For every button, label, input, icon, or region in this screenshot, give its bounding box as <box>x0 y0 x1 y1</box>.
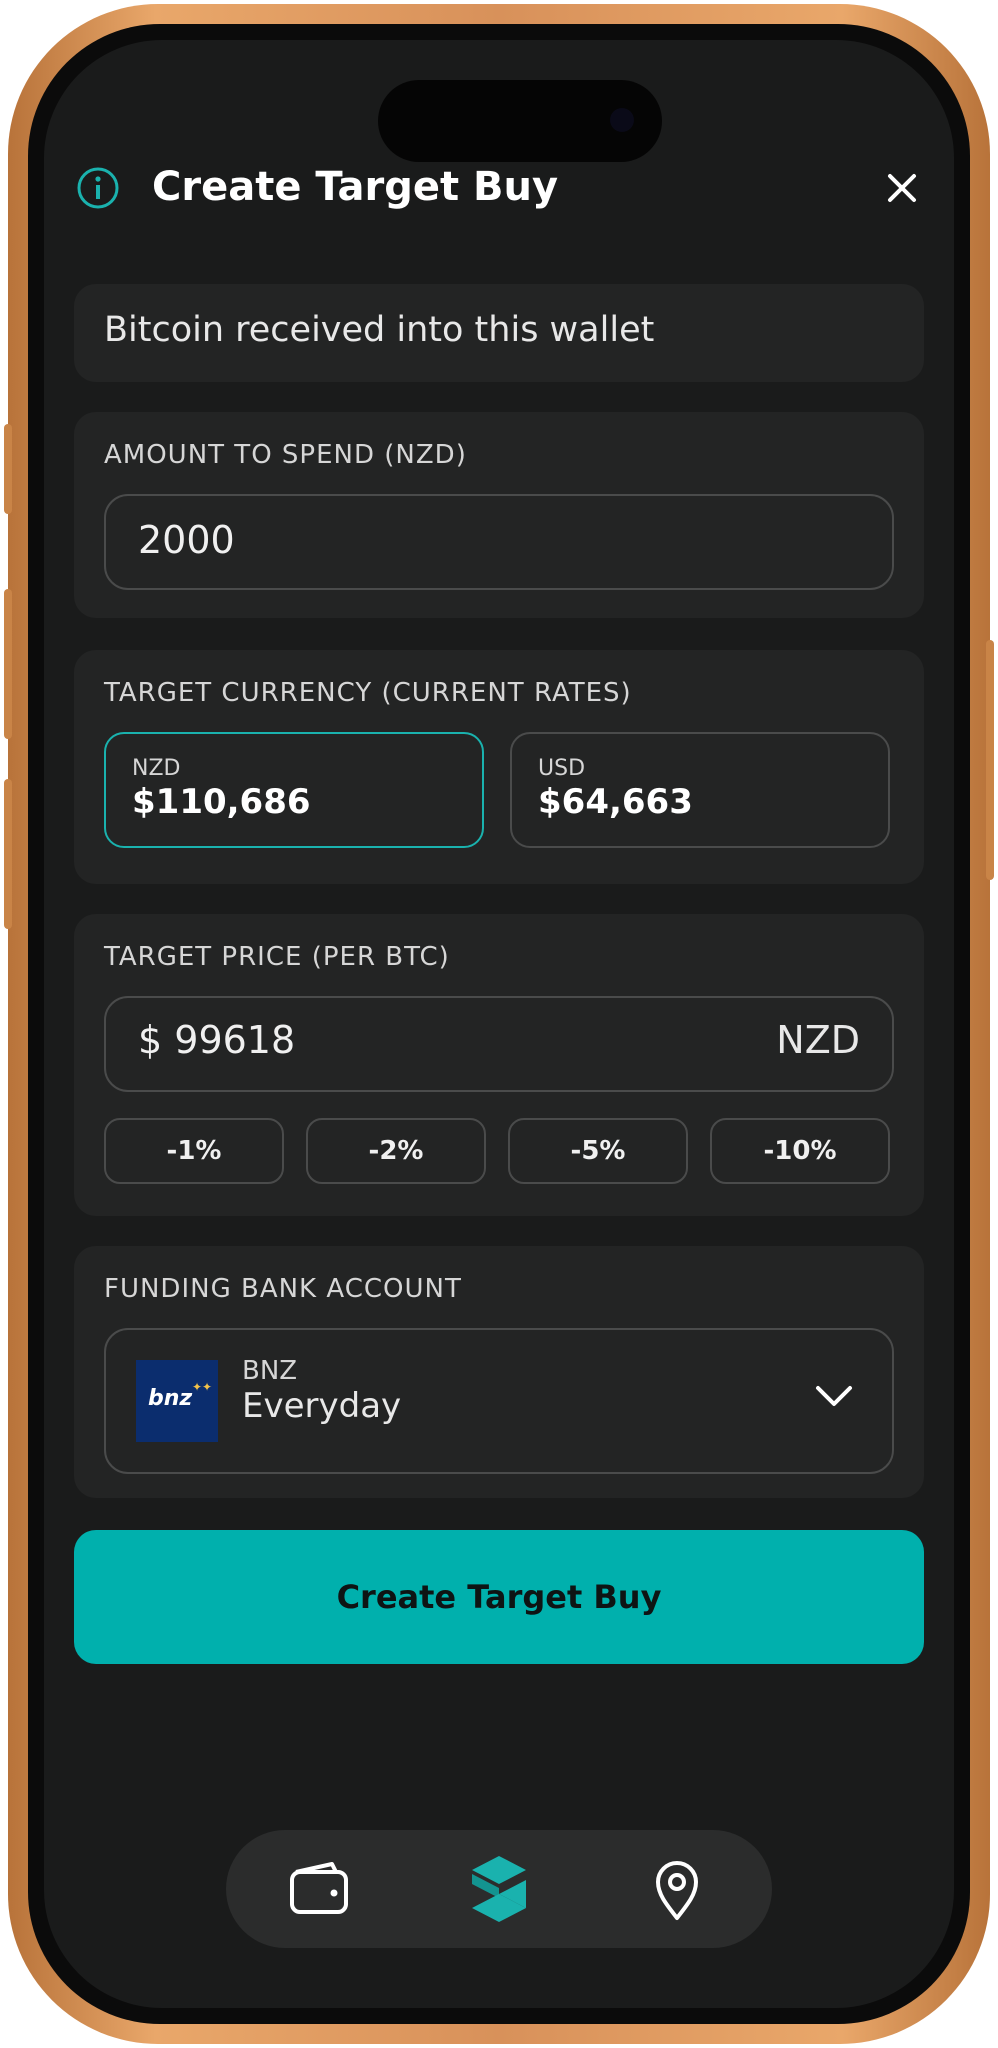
currency-option-usd[interactable]: USD $64,663 <box>510 732 890 848</box>
wallet-text: Bitcoin received into this wallet <box>104 310 655 350</box>
app-screen: Create Target Buy Bitcoin received into … <box>44 40 954 2008</box>
page-title: Create Target Buy <box>152 164 559 210</box>
target-price-input[interactable]: $ 99618 NZD <box>104 996 894 1092</box>
target-price-card: TARGET PRICE (PER BTC) $ 99618 NZD -1% -… <box>74 914 924 1216</box>
currency-symbol: $ <box>138 1018 163 1062</box>
chevron-down-icon <box>816 1386 852 1406</box>
amount-value: 2000 <box>138 518 235 562</box>
volume-down-button <box>4 779 12 929</box>
power-button <box>986 640 994 880</box>
camera <box>610 108 634 132</box>
currency-rate: $64,663 <box>538 782 693 822</box>
dynamic-island <box>378 80 662 162</box>
price-value: 99618 <box>174 1018 296 1062</box>
currency-rate: $110,686 <box>132 782 311 822</box>
target-price-value: $ 99618 <box>138 1018 295 1062</box>
amount-label: AMOUNT TO SPEND (NZD) <box>104 440 467 470</box>
target-price-label: TARGET PRICE (PER BTC) <box>104 942 450 972</box>
target-currency-label: TARGET CURRENCY (CURRENT RATES) <box>104 678 632 708</box>
currency-code: NZD <box>132 756 181 781</box>
close-icon[interactable] <box>882 168 922 208</box>
header: Create Target Buy <box>76 158 922 248</box>
target-currency-card: TARGET CURRENCY (CURRENT RATES) NZD $110… <box>74 650 924 884</box>
brand-logo-icon[interactable] <box>462 1852 536 1926</box>
info-icon[interactable] <box>76 166 120 210</box>
volume-up-button <box>4 589 12 739</box>
location-pin-icon[interactable] <box>640 1852 714 1926</box>
target-price-currency: NZD <box>776 1018 860 1062</box>
phone-frame: Create Target Buy Bitcoin received into … <box>4 4 994 2044</box>
bnz-logo: bnz ✦✦ <box>136 1360 218 1442</box>
wallet-icon[interactable] <box>282 1852 356 1926</box>
funding-label: FUNDING BANK ACCOUNT <box>104 1274 462 1304</box>
bottom-tab-bar <box>226 1830 772 1948</box>
bank-name: BNZ <box>242 1356 298 1386</box>
adjust-minus-5-button[interactable]: -5% <box>508 1118 688 1184</box>
bnz-logo-stars: ✦✦ <box>192 1380 213 1394</box>
amount-card: AMOUNT TO SPEND (NZD) 2000 <box>74 412 924 618</box>
currency-option-nzd[interactable]: NZD $110,686 <box>104 732 484 848</box>
bnz-logo-text: bnz <box>148 1386 193 1411</box>
funding-card: FUNDING BANK ACCOUNT bnz ✦✦ BNZ Everyday <box>74 1246 924 1498</box>
create-target-buy-button[interactable]: Create Target Buy <box>74 1530 924 1664</box>
bank-account-select[interactable]: bnz ✦✦ BNZ Everyday <box>104 1328 894 1474</box>
currency-code: USD <box>538 756 586 781</box>
wallet-selector[interactable]: Bitcoin received into this wallet <box>74 284 924 382</box>
account-name: Everyday <box>242 1386 402 1426</box>
mute-switch <box>4 424 12 514</box>
adjust-minus-10-button[interactable]: -10% <box>710 1118 890 1184</box>
phone-bezel: Create Target Buy Bitcoin received into … <box>28 24 970 2024</box>
adjust-minus-1-button[interactable]: -1% <box>104 1118 284 1184</box>
adjust-minus-2-button[interactable]: -2% <box>306 1118 486 1184</box>
amount-input[interactable]: 2000 <box>104 494 894 590</box>
